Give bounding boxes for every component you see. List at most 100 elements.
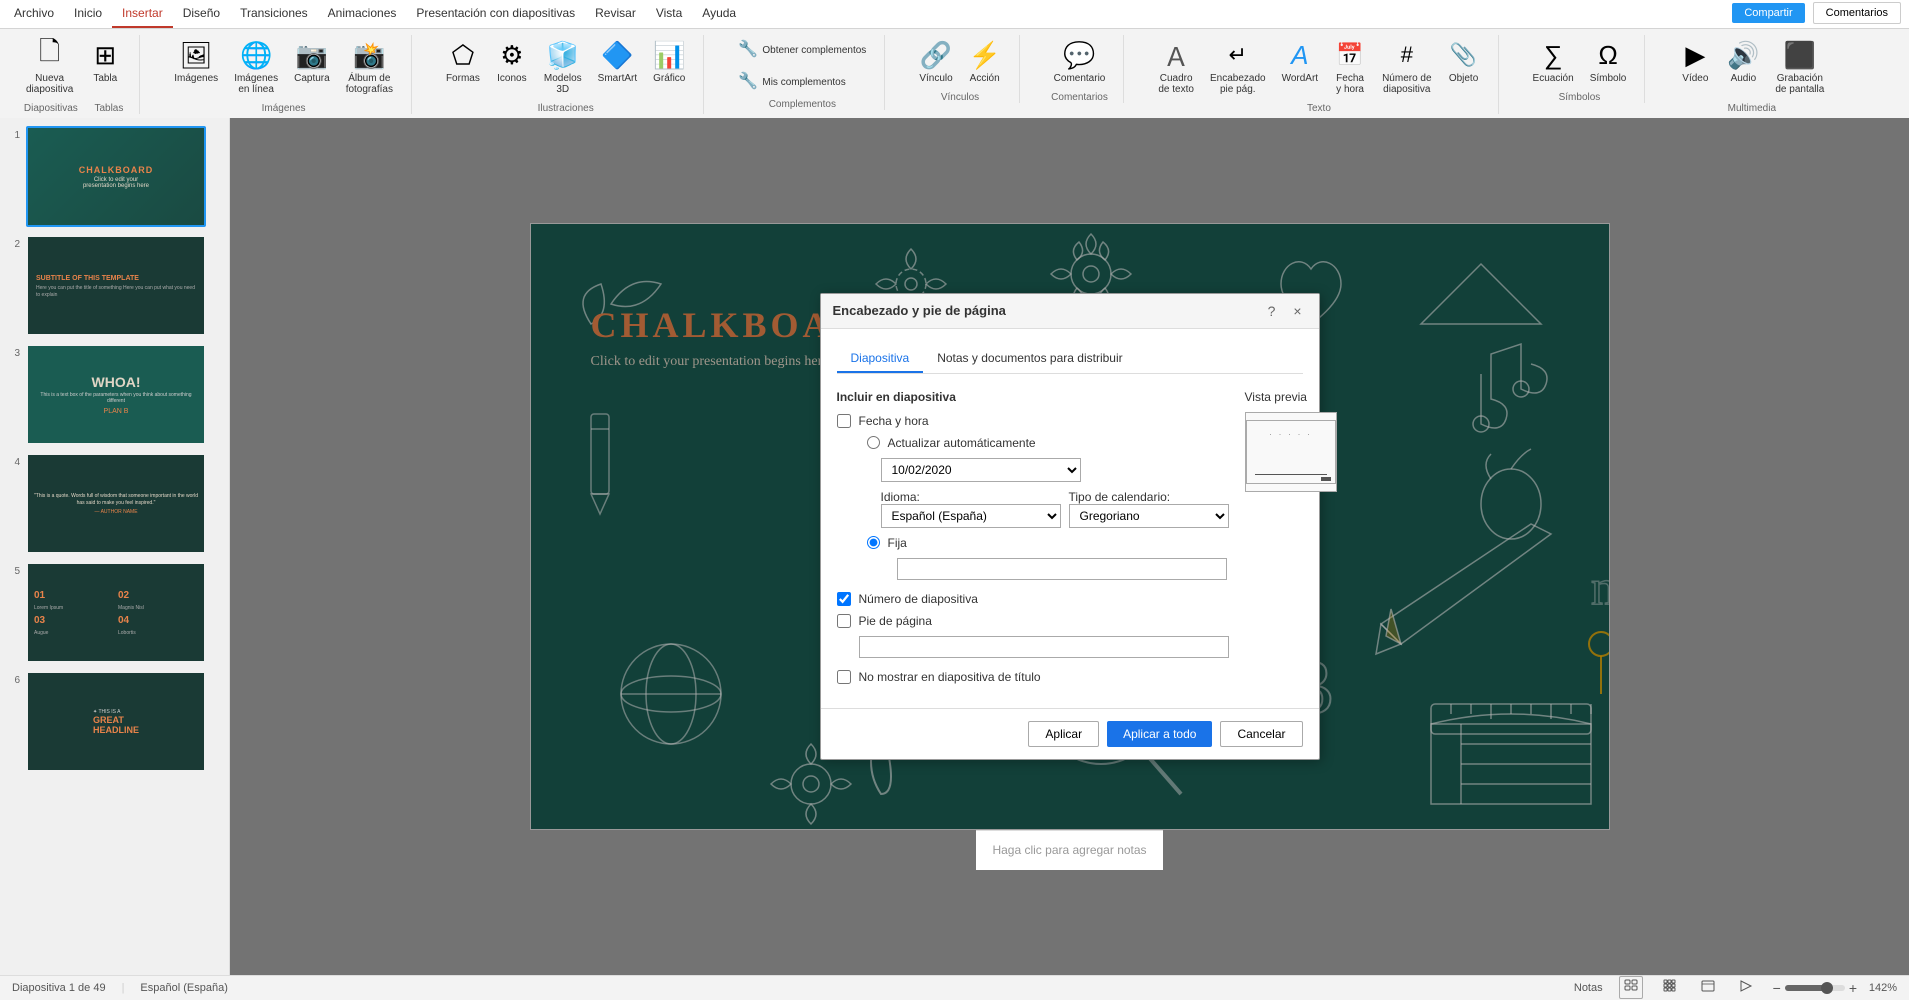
tab-vista[interactable]: Vista	[646, 0, 692, 28]
ribbon-btn-ecuacion[interactable]: ∑ Ecuación	[1527, 35, 1580, 88]
slide-thumbnail-1[interactable]: CHALKBOARD Click to edit yourpresentatio…	[26, 126, 206, 227]
status-notes-btn[interactable]: Notas	[1574, 982, 1603, 994]
zoom-slider-thumb[interactable]	[1821, 982, 1833, 994]
dialog-pie-checkbox[interactable]	[837, 614, 851, 628]
tab-transiciones[interactable]: Transiciones	[230, 0, 318, 28]
slide-thumb-3[interactable]: 3 WHOA! This is a text box of the parame…	[4, 344, 225, 445]
ribbon-btn-numero-diapositiva[interactable]: # Número dediapositiva	[1376, 35, 1437, 99]
ribbon-btn-album[interactable]: 📸 Álbum defotografías	[340, 35, 399, 99]
view-normal-button[interactable]	[1619, 976, 1643, 999]
zoom-increase-button[interactable]: +	[1849, 980, 1857, 996]
dialog-help-button[interactable]: ?	[1263, 302, 1281, 320]
dialog-date-select[interactable]: 10/02/2020	[881, 458, 1081, 482]
dialog-no-mostrar-row: No mostrar en diapositiva de título	[837, 670, 1229, 684]
ribbon-btn-iconos[interactable]: ⚙ Iconos	[490, 35, 534, 88]
ribbon-btn-encabezado-pie[interactable]: ↵ Encabezadopie pág.	[1204, 35, 1272, 99]
dialog-tab-diapositiva[interactable]: Diapositiva	[837, 345, 924, 373]
tab-archivo[interactable]: Archivo	[4, 0, 64, 28]
dialog-idioma-label: Idioma:	[881, 490, 1061, 504]
share-button[interactable]: Compartir	[1732, 3, 1804, 23]
ribbon-btn-mis-complementos[interactable]: 🔧 Mis complementos	[732, 67, 851, 95]
slide-thumb-6[interactable]: 6 ✦ THIS IS A GREATHEADLINE	[4, 671, 225, 772]
slide-thumbnail-5[interactable]: 01 02 Lorem Ipsum Magnis Nisl 03 04 Augu…	[26, 562, 206, 663]
notes-area[interactable]: Haga clic para agregar notas	[976, 830, 1162, 870]
dialog-idioma-select[interactable]: Español (España)	[881, 504, 1061, 528]
status-language: Español (España)	[140, 982, 227, 994]
tab-insertar[interactable]: Insertar	[112, 0, 173, 28]
dialog-fija-radio[interactable]	[867, 536, 880, 549]
ribbon-btn-cuadro-texto[interactable]: Ａ Cuadrode texto	[1152, 35, 1200, 99]
view-sorter-icon	[1663, 979, 1677, 993]
tab-ayuda[interactable]: Ayuda	[692, 0, 746, 28]
view-slideshow-button[interactable]	[1735, 977, 1757, 998]
comments-button[interactable]: Comentarios	[1813, 2, 1901, 24]
ribbon-btn-captura[interactable]: 📷 Captura	[288, 35, 336, 88]
tab-revisar[interactable]: Revisar	[585, 0, 646, 28]
ribbon-btn-grabacion[interactable]: ⬛ Grabaciónde pantalla	[1769, 35, 1830, 99]
ribbon-group-complementos: 🔧 Obtener complementos 🔧 Mis complemento…	[720, 35, 885, 110]
dialog-aplicar-todo-button[interactable]: Aplicar a todo	[1107, 721, 1212, 747]
dialog-pie-label: Pie de página	[859, 614, 932, 628]
smartart-icon: 🔷	[601, 39, 633, 71]
slide-thumbnail-6[interactable]: ✦ THIS IS A GREATHEADLINE	[26, 671, 206, 772]
accion-icon: ⚡	[969, 39, 1001, 71]
dialog-close-button[interactable]: ×	[1289, 302, 1307, 320]
zoom-level: 142%	[1861, 982, 1897, 994]
ribbon-group-texto: Ａ Cuadrode texto ↵ Encabezadopie pág. A …	[1140, 35, 1498, 114]
dialog-tab-notas[interactable]: Notas y documentos para distribuir	[923, 345, 1136, 373]
ribbon-btn-accion[interactable]: ⚡ Acción	[963, 35, 1007, 88]
ribbon-btn-fecha-hora[interactable]: 📅 Fechay hora	[1328, 35, 1372, 99]
dialog-pie-input-row	[837, 636, 1229, 658]
ribbon-btn-audio[interactable]: 🔊 Audio	[1721, 35, 1765, 88]
dialog-pie-input[interactable]	[859, 636, 1229, 658]
view-reading-button[interactable]	[1697, 977, 1719, 998]
dialog-actualizar-radio[interactable]	[867, 436, 880, 449]
slide-thumb-5[interactable]: 5 01 02 Lorem Ipsum Magnis Nisl 03 04 Au…	[4, 562, 225, 663]
slide-thumb-1[interactable]: 1 CHALKBOARD Click to edit yourpresentat…	[4, 126, 225, 227]
tab-diseno[interactable]: Diseño	[173, 0, 230, 28]
dialog-fija-input[interactable]	[897, 558, 1227, 580]
slide-thumb-4[interactable]: 4 "This is a quote. Words full of wisdom…	[4, 453, 225, 554]
dialog-aplicar-button[interactable]: Aplicar	[1028, 721, 1099, 747]
slide-canvas[interactable]: B A ns	[530, 223, 1610, 830]
tab-animaciones[interactable]: Animaciones	[318, 0, 407, 28]
mis-complementos-icon: 🔧	[738, 71, 758, 91]
ribbon-btn-nueva-diapositiva[interactable]: 🗋 Nuevadiapositiva	[20, 35, 79, 99]
ribbon-btn-objeto[interactable]: 📎 Objeto	[1442, 35, 1486, 88]
ribbon-btn-tabla[interactable]: ⊞ Tabla	[83, 35, 127, 88]
ribbon-btn-wordart[interactable]: A WordArt	[1276, 35, 1325, 88]
ribbon-btn-imagenes[interactable]: 🖼 Imágenes	[168, 35, 224, 88]
slide-thumbnail-4[interactable]: "This is a quote. Words full of wisdom t…	[26, 453, 206, 554]
ribbon-btn-smartart[interactable]: 🔷 SmartArt	[592, 35, 643, 88]
ribbon-btn-imagenes-linea[interactable]: 🌐 Imágenesen línea	[228, 35, 284, 99]
ribbon-btn-vinculo[interactable]: 🔗 Vínculo	[913, 35, 958, 88]
dialog-cancelar-button[interactable]: Cancelar	[1220, 721, 1302, 747]
dialog-overlay: Encabezado y pie de página ? × Diapositi…	[531, 224, 1609, 829]
tab-presentacion[interactable]: Presentación con diapositivas	[406, 0, 585, 28]
dialog-numero-checkbox[interactable]	[837, 592, 851, 606]
ribbon-btn-modelos-3d[interactable]: 🧊 Modelos3D	[538, 35, 588, 99]
status-slide-info: Diapositiva 1 de 49	[12, 982, 106, 994]
dialog-tipo-calendario-select[interactable]: Gregoriano	[1069, 504, 1229, 528]
slide-thumbnail-3[interactable]: WHOA! This is a text box of the paramete…	[26, 344, 206, 445]
ribbon-btn-simbolo[interactable]: Ω Símbolo	[1584, 35, 1633, 88]
ribbon-btn-video[interactable]: ▶ Vídeo	[1673, 35, 1717, 88]
ribbon-group-comentarios: 💬 Comentario Comentarios	[1036, 35, 1125, 103]
zoom-decrease-button[interactable]: −	[1773, 980, 1781, 996]
slide-thumb-2[interactable]: 2 SUBTITLE OF THIS TEMPLATE Here you can…	[4, 235, 225, 336]
ribbon-group-label-comentarios: Comentarios	[1051, 92, 1108, 103]
dialog-actualizar-label: Actualizar automáticamente	[888, 436, 1036, 450]
ribbon-btn-formas[interactable]: ⬠ Formas	[440, 35, 486, 88]
dialog-tabs: Diapositiva Notas y documentos para dist…	[837, 345, 1303, 374]
slide-panel: 1 CHALKBOARD Click to edit yourpresentat…	[0, 118, 230, 974]
dialog-encabezado-pie: Encabezado y pie de página ? × Diapositi…	[820, 293, 1320, 760]
slide-thumbnail-2[interactable]: SUBTITLE OF THIS TEMPLATE Here you can p…	[26, 235, 206, 336]
dialog-actualizar-row: Actualizar automáticamente	[837, 436, 1229, 450]
ribbon-btn-grafico[interactable]: 📊 Gráfico	[647, 35, 691, 88]
ribbon-btn-comentario[interactable]: 💬 Comentario	[1048, 35, 1112, 88]
dialog-no-mostrar-checkbox[interactable]	[837, 670, 851, 684]
ribbon-btn-obtener-complementos[interactable]: 🔧 Obtener complementos	[732, 35, 872, 63]
dialog-fecha-hora-checkbox[interactable]	[837, 414, 851, 428]
tab-inicio[interactable]: Inicio	[64, 0, 112, 28]
view-slide-sorter-button[interactable]	[1659, 977, 1681, 998]
